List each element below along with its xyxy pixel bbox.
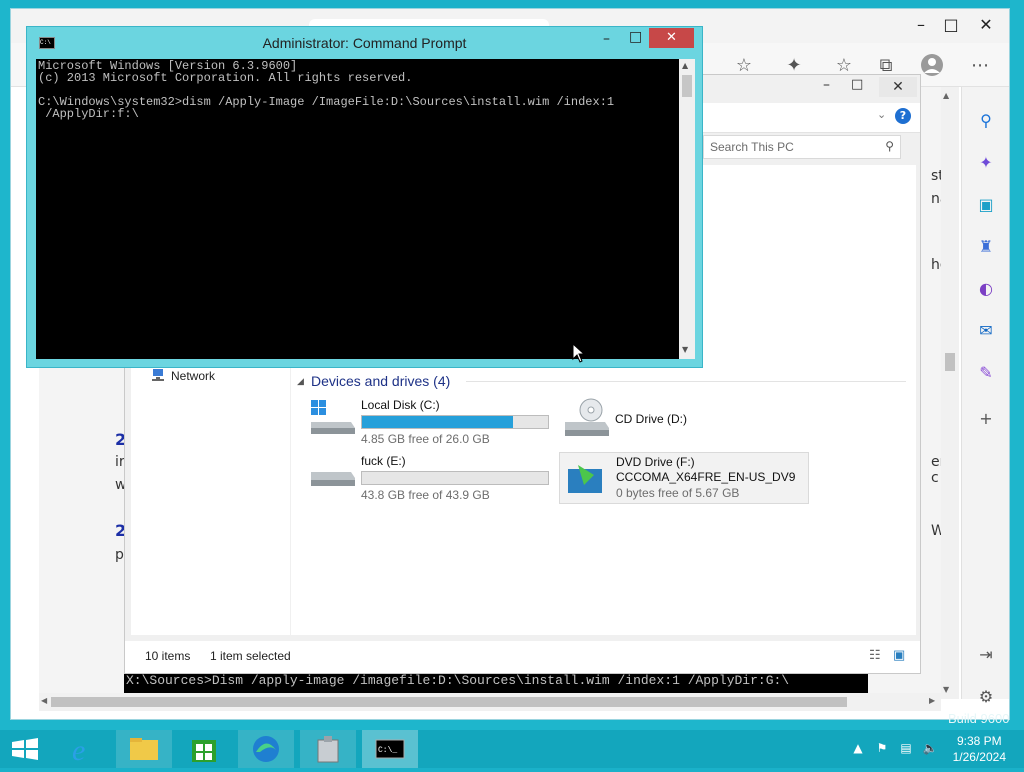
section-header[interactable]: Devices and drives (4) bbox=[311, 373, 450, 389]
clock[interactable]: 9:38 PM 1/26/2024 bbox=[953, 733, 1006, 765]
dvd-install-icon bbox=[568, 463, 614, 493]
vertical-scrollbar[interactable]: ▲ ▼ bbox=[941, 87, 959, 699]
shopping-icon[interactable]: ▣ bbox=[974, 193, 998, 217]
drive-free-space: 4.85 GB free of 26.0 GB bbox=[361, 432, 490, 446]
horizontal-scrollbar[interactable]: ◀ ▶ bbox=[39, 693, 941, 711]
search-icon[interactable]: ⚲ bbox=[974, 109, 998, 133]
window-title: Administrator: Command Prompt bbox=[262, 35, 467, 51]
edge-icon[interactable] bbox=[238, 730, 294, 768]
console-line: /ApplyDir:f:\ bbox=[38, 107, 139, 121]
settings-icon[interactable]: ⚙ bbox=[974, 685, 998, 709]
mouse-cursor bbox=[572, 342, 586, 367]
scrollbar-thumb[interactable] bbox=[682, 75, 692, 97]
drive-item-e[interactable]: fuck (E:) 43.8 GB free of 43.9 GB bbox=[307, 454, 557, 506]
action-center-flag-icon[interactable]: ⚑ bbox=[874, 740, 890, 756]
console-output[interactable]: Microsoft Windows [Version 6.3.9600] (c) … bbox=[36, 59, 679, 359]
hard-drive-icon bbox=[309, 464, 355, 492]
background-console: X:\Sources>Dism /apply-image /imagefile:… bbox=[124, 673, 868, 693]
search-placeholder: Search This PC bbox=[710, 140, 794, 154]
close-button[interactable]: ✕ bbox=[649, 28, 694, 48]
scrollbar-thumb[interactable] bbox=[945, 353, 955, 371]
console-text: X:\Sources>Dism /apply-image /imagefile:… bbox=[126, 673, 790, 688]
command-prompt-window: C:\ Administrator: Command Prompt – □ ✕ … bbox=[26, 26, 703, 368]
cmd-titlebar[interactable]: C:\ Administrator: Command Prompt – □ ✕ bbox=[27, 27, 702, 59]
details-view-icon[interactable]: ☷ bbox=[869, 647, 881, 663]
more-options-icon[interactable]: ⋯ bbox=[967, 53, 993, 79]
status-item-count: 10 items bbox=[145, 649, 191, 663]
close-icon[interactable]: ✕ bbox=[966, 13, 1006, 37]
copilot-icon[interactable]: ✦ bbox=[974, 151, 998, 175]
scrollbar-thumb[interactable] bbox=[51, 697, 847, 707]
show-hidden-icons-icon[interactable]: ▲ bbox=[850, 740, 866, 756]
hard-drive-icon bbox=[309, 400, 355, 436]
network-icon bbox=[151, 367, 165, 381]
collapse-icon[interactable]: ◢ bbox=[297, 377, 304, 387]
cd-drive-icon bbox=[563, 398, 609, 436]
file-explorer-icon[interactable] bbox=[116, 730, 172, 768]
profile-icon[interactable] bbox=[919, 53, 945, 79]
drive-name: CD Drive (D:) bbox=[615, 412, 687, 426]
status-selection: 1 item selected bbox=[210, 649, 291, 663]
status-bar: 10 items 1 item selected ☷ ▣ bbox=[125, 641, 920, 673]
taskbar: e C:\_ ▲ ⚑ ▤ 🔈 9:38 PM 1/26/2024 bbox=[0, 730, 1024, 768]
volume-muted-icon[interactable]: 🔈 bbox=[922, 740, 938, 756]
help-icon[interactable]: ? bbox=[895, 108, 911, 124]
search-icon: ⚲ bbox=[885, 139, 894, 153]
setup-app-icon[interactable] bbox=[300, 730, 356, 768]
drive-item-f[interactable]: DVD Drive (F:) CCCOMA_X64FRE_EN-US_DV9 0… bbox=[559, 452, 809, 504]
designer-icon[interactable]: ✎ bbox=[974, 361, 998, 385]
minimize-icon[interactable]: – bbox=[603, 31, 610, 47]
console-line: (c) 2013 Microsoft Corporation. All righ… bbox=[38, 71, 413, 85]
drive-name: DVD Drive (F:) bbox=[616, 455, 695, 469]
drive-label: CCCOMA_X64FRE_EN-US_DV9 bbox=[616, 470, 796, 484]
build-watermark: Build 9600 bbox=[948, 711, 1010, 726]
maximize-icon[interactable]: □ bbox=[629, 29, 642, 45]
browser-sidebar: ⚲ ✦ ▣ ♜ ◐ ✉ ✎ + ⇥ ⚙ bbox=[961, 87, 1009, 706]
drive-usage-bar bbox=[361, 471, 549, 485]
start-button[interactable] bbox=[0, 730, 56, 768]
svg-text:C:\_: C:\_ bbox=[378, 746, 397, 755]
internet-explorer-icon[interactable]: e bbox=[56, 730, 112, 768]
drive-name: Local Disk (C:) bbox=[361, 398, 440, 412]
network-status-icon[interactable]: ▤ bbox=[898, 740, 914, 756]
drive-usage-bar bbox=[361, 415, 549, 429]
search-input[interactable]: Search This PC ⚲ bbox=[703, 135, 901, 159]
drive-name: fuck (E:) bbox=[361, 454, 406, 468]
store-icon[interactable] bbox=[176, 730, 232, 768]
minimize-icon[interactable]: – bbox=[823, 77, 830, 93]
sidebar-toggle-icon[interactable]: ⇥ bbox=[974, 643, 998, 667]
games-icon[interactable]: ♜ bbox=[974, 235, 998, 259]
add-icon[interactable]: + bbox=[974, 407, 998, 431]
maximize-icon[interactable]: □ bbox=[851, 77, 863, 92]
drive-item-d[interactable]: CD Drive (D:) bbox=[561, 398, 811, 450]
page-text: p bbox=[115, 547, 124, 563]
maximize-icon[interactable]: □ bbox=[931, 13, 971, 37]
command-prompt-taskbar-icon[interactable]: C:\_ bbox=[362, 730, 418, 768]
vertical-scrollbar[interactable]: ▲ ▼ bbox=[679, 59, 695, 359]
close-icon[interactable]: ✕ bbox=[879, 77, 917, 97]
office-icon[interactable]: ◐ bbox=[974, 277, 998, 301]
chevron-down-icon[interactable]: ⌄ bbox=[877, 108, 886, 121]
drive-item-c[interactable]: Local Disk (C:) 4.85 GB free of 26.0 GB bbox=[307, 398, 557, 450]
clock-date: 1/26/2024 bbox=[952, 750, 1006, 764]
large-icons-view-icon[interactable]: ▣ bbox=[893, 647, 905, 663]
drive-free-space: 43.8 GB free of 43.9 GB bbox=[361, 488, 490, 502]
clock-time: 9:38 PM bbox=[956, 734, 1002, 748]
divider bbox=[466, 381, 906, 382]
drive-usage-fill bbox=[362, 416, 513, 428]
outlook-icon[interactable]: ✉ bbox=[974, 319, 998, 343]
nav-item-network[interactable]: Network bbox=[171, 369, 215, 383]
svg-text:e: e bbox=[72, 734, 85, 767]
drive-free-space: 0 bytes free of 5.67 GB bbox=[616, 486, 740, 500]
